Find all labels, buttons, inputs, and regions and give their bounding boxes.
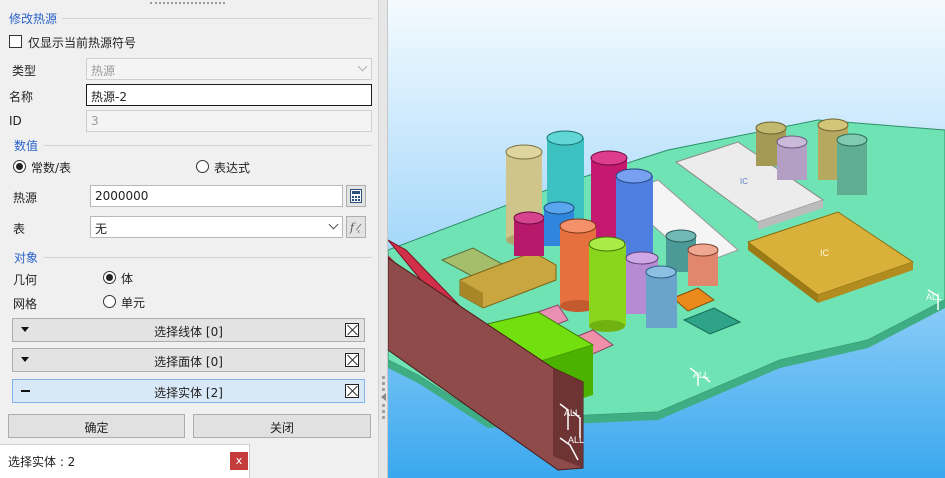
constant-table-radio[interactable] <box>13 160 26 173</box>
mesh-label: 网格 <box>13 297 38 311</box>
splitter-grip <box>382 416 385 419</box>
selection-status-text: 选择实体 : 2 <box>8 455 76 469</box>
status-close-button[interactable]: x <box>230 452 248 470</box>
select-surface-bodies-label: 选择面体 [0] <box>154 355 223 369</box>
calculator-icon[interactable] <box>346 185 366 207</box>
name-label: 名称 <box>9 90 34 104</box>
select-surface-bodies-row[interactable]: 选择面体 [0] <box>12 348 365 372</box>
capacitor-salmon-small[interactable] <box>687 243 719 286</box>
section-title-object: 对象 <box>14 251 39 265</box>
clear-selection-icon[interactable] <box>345 384 359 398</box>
viewport-annotation: IC <box>820 248 830 258</box>
section-divider <box>44 145 372 146</box>
geometry-label: 几何 <box>13 273 38 287</box>
collapse-left-icon[interactable] <box>381 393 386 401</box>
selection-status-bar: 选择实体 : 2 x <box>0 444 250 478</box>
table-select[interactable]: 无 <box>90 216 343 238</box>
type-select[interactable]: 热源 <box>86 58 372 80</box>
3d-viewport[interactable]: IC IC ALL ALL ALL ALL <box>388 0 945 478</box>
ok-button[interactable]: 确定 <box>8 414 185 438</box>
chevron-down-icon <box>357 61 368 72</box>
select-line-bodies-row[interactable]: 选择线体 [0] <box>12 318 365 342</box>
svg-text:x: x <box>357 229 360 234</box>
geometry-body-label: 体 <box>121 272 134 286</box>
viewport-annotation: ALL <box>568 435 584 445</box>
type-label: 类型 <box>12 64 37 78</box>
expression-label: 表达式 <box>214 161 251 175</box>
viewport-annotation: ALL <box>693 370 709 380</box>
viewport-annotation: IC <box>740 177 748 186</box>
expression-radio[interactable] <box>196 160 209 173</box>
capacitor-magenta-small[interactable] <box>513 211 545 256</box>
section-title-modify: 修改热源 <box>9 12 58 26</box>
modify-heat-source-panel: 修改热源 仅显示当前热源符号 类型 热源 名称 热源-2 ID 3 数值 常数/… <box>0 0 378 478</box>
id-field: 3 <box>86 110 372 132</box>
select-line-bodies-label: 选择线体 [0] <box>154 325 223 339</box>
mesh-element-radio[interactable] <box>103 295 116 308</box>
splitter-grip <box>382 376 385 379</box>
panel-splitter[interactable] <box>378 0 388 478</box>
show-current-only-label: 仅显示当前热源符号 <box>28 36 137 50</box>
section-divider <box>44 257 372 258</box>
close-button[interactable]: 关闭 <box>193 414 371 438</box>
id-label: ID <box>9 114 22 128</box>
type-select-value: 热源 <box>91 64 116 78</box>
table-select-value: 无 <box>95 222 108 236</box>
select-solid-bodies-row[interactable]: 选择实体 [2] <box>12 379 365 403</box>
capacitor-steelblue-medium[interactable] <box>645 265 677 328</box>
capacitor-lavender[interactable] <box>776 135 808 180</box>
table-label: 表 <box>13 222 26 236</box>
geometry-body-radio[interactable] <box>103 271 116 284</box>
section-divider <box>62 18 372 19</box>
splitter-grip <box>382 388 385 391</box>
name-input[interactable]: 热源-2 <box>86 84 372 106</box>
chevron-down-icon <box>328 219 339 230</box>
clear-selection-icon[interactable] <box>345 353 359 367</box>
viewport-annotation: ALL <box>926 292 942 302</box>
panel-drag-handle[interactable] <box>150 2 225 6</box>
section-title-value: 数值 <box>14 139 39 153</box>
heat-source-input[interactable]: 2000000 <box>90 185 343 207</box>
capacitor-lime-large[interactable] <box>588 236 626 332</box>
splitter-grip <box>382 404 385 407</box>
viewport-annotation: ALL <box>564 408 580 418</box>
pcb-model-render[interactable]: IC IC ALL ALL ALL ALL <box>388 0 945 478</box>
splitter-grip <box>382 410 385 413</box>
function-icon[interactable]: f x <box>346 216 366 238</box>
select-solid-bodies-label: 选择实体 [2] <box>154 386 223 400</box>
splitter-grip <box>382 382 385 385</box>
constant-table-label: 常数/表 <box>31 161 72 175</box>
capacitor-teal[interactable] <box>836 133 868 195</box>
svg-text:f: f <box>349 221 356 234</box>
mesh-element-label: 单元 <box>121 296 146 310</box>
clear-selection-icon[interactable] <box>345 323 359 337</box>
heat-source-label: 热源 <box>13 191 38 205</box>
show-current-only-checkbox[interactable] <box>9 35 22 48</box>
